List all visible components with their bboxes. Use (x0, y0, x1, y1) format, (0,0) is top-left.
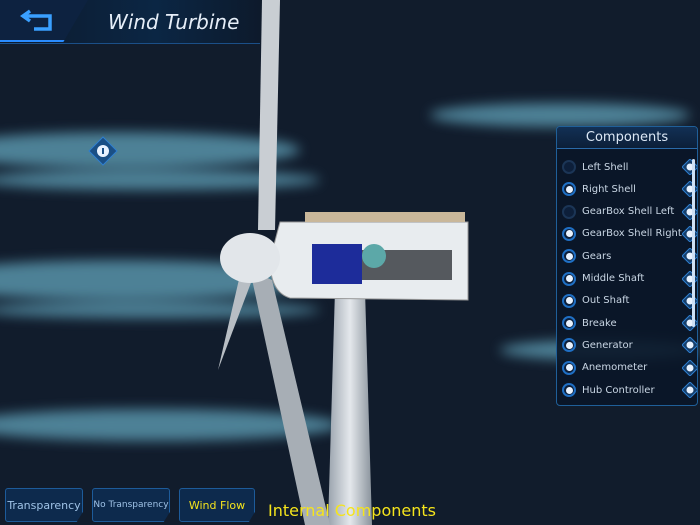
component-item[interactable]: GearBox Shell Right (562, 224, 697, 244)
component-label: Hub Controller (582, 384, 655, 396)
component-item[interactable]: Generator (562, 335, 697, 355)
component-label: Out Shaft (582, 295, 630, 307)
checkbox-radio[interactable] (562, 204, 576, 219)
checkbox-radio[interactable] (562, 226, 576, 241)
component-item[interactable]: Breake (562, 313, 697, 333)
back-arrow-icon (20, 9, 52, 31)
component-item[interactable]: Out Shaft (562, 291, 697, 311)
checkbox-radio[interactable] (562, 249, 576, 264)
component-label: GearBox Shell Left (582, 206, 675, 218)
transparency-button[interactable]: Transparency (5, 488, 83, 522)
info-icon[interactable] (682, 337, 698, 354)
page-title: Wind Turbine (108, 10, 240, 34)
components-panel: Components Left Shell Right Shell GearBox … (556, 126, 698, 406)
component-item[interactable]: Left Shell (562, 157, 697, 177)
checkbox-radio[interactable] (562, 271, 576, 286)
panel-scrollbar[interactable] (692, 159, 695, 327)
no-transparency-button[interactable]: No Transparency (92, 488, 170, 522)
info-icon[interactable] (682, 270, 698, 287)
checkbox-radio[interactable] (562, 383, 576, 397)
component-label: Anemometer (582, 362, 648, 374)
component-item[interactable]: Gears (562, 246, 697, 266)
info-icon[interactable] (682, 382, 698, 398)
component-label: Left Shell (582, 161, 629, 173)
info-icon[interactable] (682, 203, 698, 220)
component-label: Middle Shaft (582, 273, 645, 284)
checkbox-radio[interactable] (562, 293, 576, 308)
checkbox-radio[interactable] (562, 182, 576, 197)
component-item[interactable]: GearBox Shell Left (562, 202, 697, 222)
info-icon[interactable] (682, 225, 698, 242)
component-label: Gears (582, 250, 612, 262)
back-button[interactable] (0, 0, 88, 42)
panel-title: Components (557, 127, 697, 149)
component-label: Breake (582, 317, 617, 329)
info-icon[interactable] (682, 181, 698, 198)
checkbox-radio[interactable] (562, 360, 576, 375)
wind-flow-button[interactable]: Wind Flow (179, 488, 255, 522)
component-label: Generator (582, 339, 633, 351)
component-item[interactable]: Middle Shaft (562, 269, 697, 289)
turbine-model (218, 0, 469, 525)
component-item[interactable]: Right Shell (562, 179, 697, 199)
component-label: Right Shell (582, 183, 636, 195)
info-icon[interactable] (682, 292, 698, 309)
header-bar: Wind Turbine (0, 0, 260, 44)
component-item[interactable]: Hub Controller (562, 380, 697, 400)
component-item[interactable]: Anemometer (562, 358, 697, 378)
component-label: GearBox Shell Right (582, 228, 682, 240)
checkbox-radio[interactable] (562, 316, 576, 331)
info-icon[interactable] (682, 315, 698, 332)
checkbox-radio[interactable] (562, 160, 576, 174)
view-caption: Internal Components (268, 501, 436, 520)
info-icon[interactable] (682, 248, 698, 265)
checkbox-radio[interactable] (562, 338, 576, 353)
info-icon[interactable] (682, 359, 698, 376)
info-button[interactable] (88, 136, 118, 166)
info-icon[interactable] (682, 159, 698, 175)
